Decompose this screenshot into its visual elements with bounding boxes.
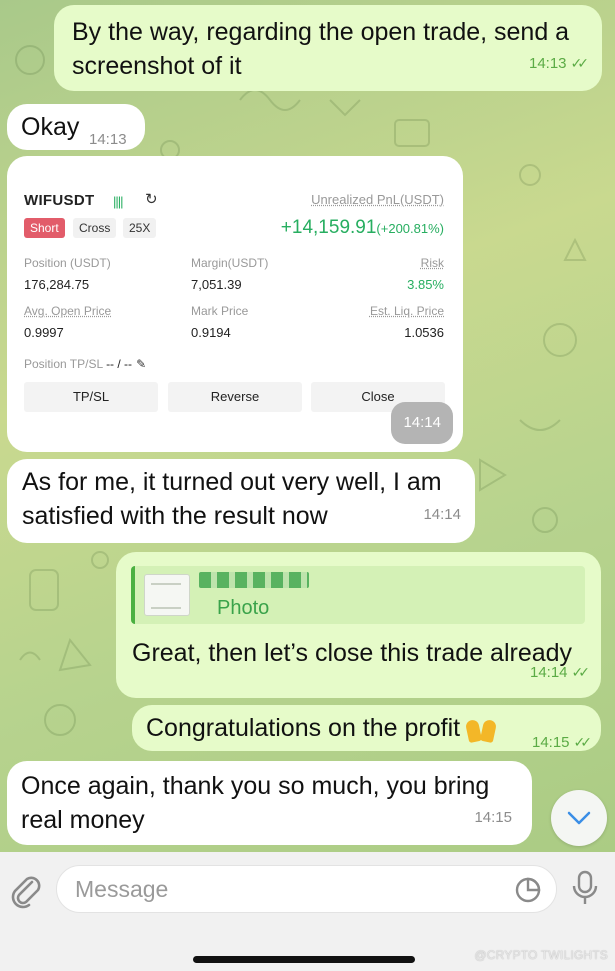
unrealized-pnl-value: +14,159.91 [280, 217, 377, 238]
message-input-bar: @CRYPTO TWILIGHTS [0, 852, 615, 971]
message-meta: 14:15 ✓✓ [531, 725, 593, 760]
sticker-icon[interactable] [514, 876, 542, 904]
mark-price-value: 0.9194 [191, 325, 231, 340]
message-bubble-incoming[interactable]: As for me, it turned out very well, I am… [7, 459, 475, 543]
liq-price-label: Est. Liq. Price [369, 304, 444, 318]
message-time: 14:13 [528, 55, 567, 72]
message-text: Okay [21, 113, 80, 141]
position-value: 176,284.75 [24, 277, 90, 292]
tpsl-button: TP/SL [24, 382, 158, 412]
mark-price-label: Mark Price [191, 304, 249, 318]
reply-label: Photo [217, 597, 270, 619]
chat-area: By the way, regarding the open trade, se… [0, 0, 615, 852]
message-field[interactable] [56, 865, 557, 913]
message-time: 14:15 [531, 734, 570, 751]
risk-label: Risk [420, 256, 444, 270]
read-checkmarks-icon: ✓✓ [573, 734, 593, 750]
trade-symbol: WIFUSDT [24, 192, 95, 209]
message-text: Great, then let’s close this trade alrea… [132, 639, 573, 667]
message-time: 14:14 [529, 664, 568, 681]
position-label: Position (USDT) [24, 256, 111, 270]
margin-label: Margin(USDT) [191, 256, 269, 270]
message-meta: 14:14 ✓✓ [529, 655, 591, 690]
watermark: @CRYPTO TWILIGHTS [474, 948, 608, 962]
avg-open-price-label: Avg. Open Price [24, 304, 112, 318]
scroll-to-bottom-button[interactable] [551, 790, 607, 846]
paperclip-icon[interactable] [8, 872, 44, 910]
message-text: Congratulations on the profit [146, 714, 461, 742]
reply-thumbnail [144, 574, 190, 616]
home-indicator [193, 956, 415, 963]
margin-mode-badge: Cross [73, 218, 117, 238]
photo-time: 14:14 [391, 402, 453, 444]
message-time: 14:13 [89, 131, 127, 148]
message-bubble-outgoing[interactable]: By the way, regarding the open trade, se… [54, 5, 602, 91]
liq-price-value: 1.0536 [404, 325, 444, 340]
avg-open-price-value: 0.9997 [24, 325, 64, 340]
message-bubble-incoming[interactable]: Okay 14:13 [7, 104, 145, 150]
reply-sender-redacted [199, 572, 309, 588]
position-tpsl-row: Position TP/SL -- / -- ✎ [24, 356, 146, 372]
message-time: 14:14 [423, 506, 461, 523]
message-meta: 14:13 ✓✓ [528, 46, 590, 81]
tpsl-value: -- / -- [106, 357, 133, 371]
signal-bars-icon: |||| [113, 194, 123, 209]
reverse-button: Reverse [168, 382, 302, 412]
message-bubble-outgoing[interactable]: Congratulations on the profit 14:15 ✓✓ [132, 705, 601, 751]
message-input[interactable] [75, 874, 485, 904]
message-time: 14:15 [474, 809, 512, 826]
pencil-icon: ✎ [136, 357, 147, 371]
message-text: By the way, regarding the open trade, se… [72, 18, 570, 80]
read-checkmarks-icon: ✓✓ [571, 664, 591, 680]
message-photo-incoming[interactable]: WIFUSDT |||| ↻ Unrealized PnL(USDT) Shor… [7, 156, 463, 452]
unrealized-pnl-percent: (+200.81%) [376, 221, 444, 236]
leverage-badge: 25X [123, 218, 157, 238]
reply-quote[interactable]: Photo [131, 566, 585, 624]
side-badge: Short [24, 218, 65, 238]
message-bubble-incoming[interactable]: Once again, thank you so much, you bring… [7, 761, 532, 845]
read-checkmarks-icon: ✓✓ [570, 55, 590, 71]
unrealized-pnl-label: Unrealized PnL(USDT) [311, 192, 444, 207]
message-text: Once again, thank you so much, you bring… [21, 772, 490, 834]
chevron-down-icon [567, 811, 591, 825]
margin-value: 7,051.39 [191, 277, 242, 292]
refresh-icon: ↻ [145, 191, 158, 208]
unrealized-pnl: +14,159.91(+200.81%) [281, 216, 444, 241]
microphone-icon[interactable] [570, 870, 600, 908]
message-bubble-outgoing-reply[interactable]: Photo Great, then let’s close this trade… [116, 552, 601, 698]
trade-position-card: WIFUSDT |||| ↻ Unrealized PnL(USDT) Shor… [17, 176, 453, 446]
tpsl-label: Position TP/SL [24, 357, 103, 371]
risk-value: 3.85% [407, 277, 444, 292]
raising-hands-emoji-icon [464, 716, 498, 742]
message-text: As for me, it turned out very well, I am… [22, 468, 442, 530]
